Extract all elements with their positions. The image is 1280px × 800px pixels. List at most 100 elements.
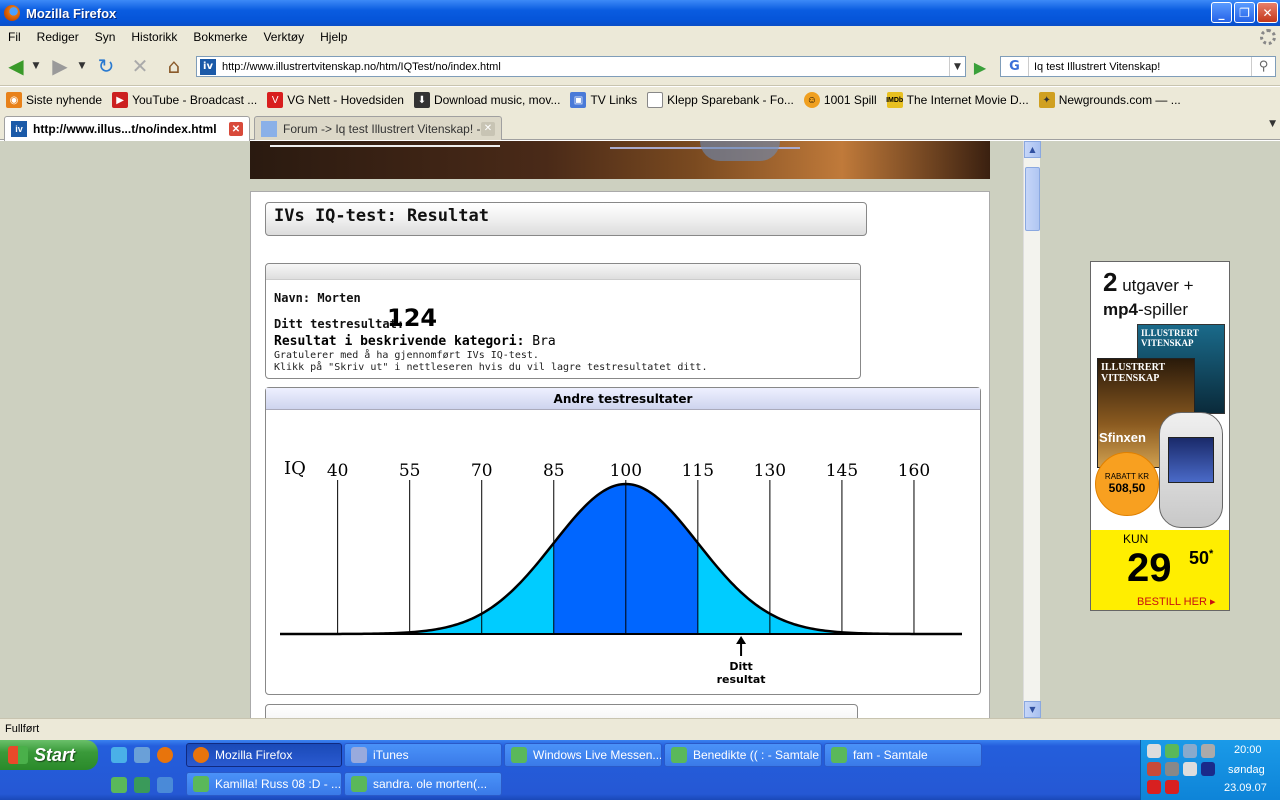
firefox-icon[interactable] <box>157 747 173 763</box>
address-bar[interactable]: iv http://www.illustrertvitenskap.no/htm… <box>196 56 966 77</box>
google-search-engine-icon[interactable]: G <box>1001 57 1029 76</box>
bookmark-item[interactable]: ✦ Newgrounds.com — ... <box>1038 92 1181 108</box>
menu-help[interactable]: Hjelp <box>312 30 355 44</box>
quicklaunch-icon[interactable] <box>134 747 150 763</box>
result-marker: Dittresultat <box>717 636 766 686</box>
tray-icon[interactable] <box>1201 744 1215 758</box>
name-label: Navn: <box>274 291 311 305</box>
reload-icon[interactable]: ↻ <box>94 54 118 78</box>
print-instructions: Klikk på "Skriv ut" i nettleseren hvis d… <box>274 362 708 373</box>
quicklaunch-icon[interactable] <box>111 747 127 763</box>
windows-flag-icon <box>8 746 28 764</box>
search-icon[interactable]: ⚲ <box>1251 57 1275 76</box>
newgrounds-icon: ✦ <box>1038 92 1055 108</box>
tray-icon[interactable] <box>1147 744 1161 758</box>
messenger-icon <box>351 776 367 792</box>
clock-date: 23.09.07 <box>1224 782 1267 794</box>
bookmarks-toolbar: ◉ Siste nyhende ▶ YouTube - Broadcast ... … <box>0 87 1280 113</box>
tick-label: 100 <box>610 461 642 481</box>
smiley-icon: ☺ <box>803 92 820 108</box>
taskbar-button-chat[interactable]: fam - Samtale <box>824 743 982 767</box>
menu-view[interactable]: Syn <box>87 30 124 44</box>
menu-file[interactable]: Fil <box>0 30 29 44</box>
windows-taskbar: Start Mozilla Firefox iTunes Windows Liv… <box>0 740 1280 800</box>
ad-headline: 2 utgaver + mp4-spiller <box>1103 267 1194 319</box>
score-value: 124 <box>387 304 438 332</box>
back-history-dropdown-icon[interactable]: ▼ <box>30 54 42 78</box>
header-banner-image <box>250 141 990 179</box>
tab-label: Forum -> Iq test Illustrert Vitenskap! -… <box>283 121 491 136</box>
tab-forum[interactable]: Forum -> Iq test Illustrert Vitenskap! -… <box>254 116 502 140</box>
tick-label: 115 <box>682 461 714 481</box>
home-icon[interactable]: ⌂ <box>162 54 186 78</box>
taskbar-button-firefox[interactable]: Mozilla Firefox <box>186 743 342 767</box>
scroll-down-icon[interactable]: ▼ <box>1024 701 1041 718</box>
close-tab-icon[interactable]: ✕ <box>481 121 495 136</box>
window-title-bar: Mozilla Firefox _ ❐ ✕ <box>0 0 1280 26</box>
menu-bookmarks[interactable]: Bokmerke <box>185 30 255 44</box>
marker-label: Ditt <box>729 660 752 673</box>
tray-icon[interactable] <box>1183 744 1197 758</box>
subscription-ad[interactable]: 2 utgaver + mp4-spiller ILLUSTRERT VITEN… <box>1090 261 1230 611</box>
taskbar-button-chat[interactable]: sandra. ole morten(... <box>344 772 502 796</box>
throbber-icon <box>1260 29 1276 45</box>
tray-icon[interactable] <box>1147 762 1161 776</box>
quicklaunch-icon[interactable] <box>134 777 150 793</box>
messenger-icon <box>511 747 527 763</box>
bookmark-item[interactable]: V VG Nett - Hovedsiden <box>267 92 404 108</box>
go-arrow-icon[interactable]: ▶ <box>970 57 990 77</box>
taskbar-button-chat[interactable]: Benedikte (( : - Samtale <box>664 743 822 767</box>
tray-icon[interactable] <box>1165 744 1179 758</box>
page-icon <box>647 92 664 108</box>
scroll-up-icon[interactable]: ▲ <box>1024 141 1041 158</box>
tab-list-dropdown-icon[interactable]: ▼ <box>1269 119 1276 129</box>
youtube-icon: ▶ <box>112 92 129 108</box>
bookmark-item[interactable]: ▣ TV Links <box>570 92 637 108</box>
page-column: IVs IQ-test: Resultat Navn: Morten Ditt … <box>250 141 990 718</box>
tray-icon[interactable] <box>1201 762 1215 776</box>
forward-arrow-icon[interactable]: ▶ <box>48 54 72 78</box>
close-button[interactable]: ✕ <box>1257 2 1278 23</box>
search-box[interactable]: G Iq test Illustrert Vitenskap! ⚲ <box>1000 56 1276 77</box>
stop-icon[interactable]: ✕ <box>128 54 152 78</box>
close-tab-icon[interactable]: ✕ <box>229 122 243 136</box>
start-button[interactable]: Start <box>0 740 98 770</box>
quicklaunch-icon[interactable] <box>111 777 127 793</box>
back-arrow-icon[interactable]: ◀ <box>4 54 28 78</box>
minimize-button[interactable]: _ <box>1211 2 1232 23</box>
vertical-scrollbar[interactable]: ▲ ▼ <box>1023 141 1041 718</box>
bookmark-item[interactable]: ◉ Siste nyhende <box>6 92 102 108</box>
order-link[interactable]: BESTILL HER ▸ <box>1137 595 1215 608</box>
bookmark-item[interactable]: ☺ 1001 Spill <box>803 92 877 108</box>
tab-active[interactable]: iv http://www.illus...t/no/index.html ✕ <box>4 116 250 141</box>
bookmark-item[interactable]: IMDb The Internet Movie D... <box>886 92 1029 108</box>
taskbar-button-itunes[interactable]: iTunes <box>344 743 502 767</box>
download-icon: ⬇ <box>413 92 430 108</box>
clock-day: søndag <box>1228 764 1265 776</box>
menu-edit[interactable]: Rediger <box>29 30 87 44</box>
bookmark-item[interactable]: Klepp Sparebank - Fo... <box>647 92 794 108</box>
system-tray: 20:00 søndag 23.09.07 <box>1140 740 1280 800</box>
tray-icon[interactable] <box>1165 762 1179 776</box>
tray-icon[interactable] <box>1183 762 1197 776</box>
marker-label: resultat <box>717 673 766 686</box>
tick-label: 130 <box>754 461 786 481</box>
forward-history-dropdown-icon[interactable]: ▼ <box>76 54 88 78</box>
address-dropdown-icon[interactable]: ▼ <box>949 57 965 76</box>
maximize-button[interactable]: ❐ <box>1234 2 1255 23</box>
menu-tools[interactable]: Verktøy <box>255 30 312 44</box>
scroll-thumb[interactable] <box>1025 167 1040 231</box>
clock-time[interactable]: 20:00 <box>1234 744 1262 756</box>
address-url[interactable]: http://www.illustrertvitenskap.no/htm/IQ… <box>222 61 949 73</box>
tray-icon[interactable] <box>1165 780 1179 794</box>
imdb-icon: IMDb <box>886 92 903 108</box>
quicklaunch-icon[interactable] <box>157 777 173 793</box>
congrats-message: Gratulerer med å ha gjennomført IVs IQ-t… <box>274 350 539 361</box>
taskbar-button-chat[interactable]: Kamilla! Russ 08 :D - ... <box>186 772 342 796</box>
bookmark-item[interactable]: ⬇ Download music, mov... <box>413 92 560 108</box>
bookmark-item[interactable]: ▶ YouTube - Broadcast ... <box>112 92 257 108</box>
taskbar-button-messenger[interactable]: Windows Live Messen... <box>504 743 662 767</box>
menu-history[interactable]: Historikk <box>123 30 185 44</box>
tray-icon[interactable] <box>1147 780 1161 794</box>
search-query[interactable]: Iq test Illustrert Vitenskap! <box>1029 61 1251 73</box>
